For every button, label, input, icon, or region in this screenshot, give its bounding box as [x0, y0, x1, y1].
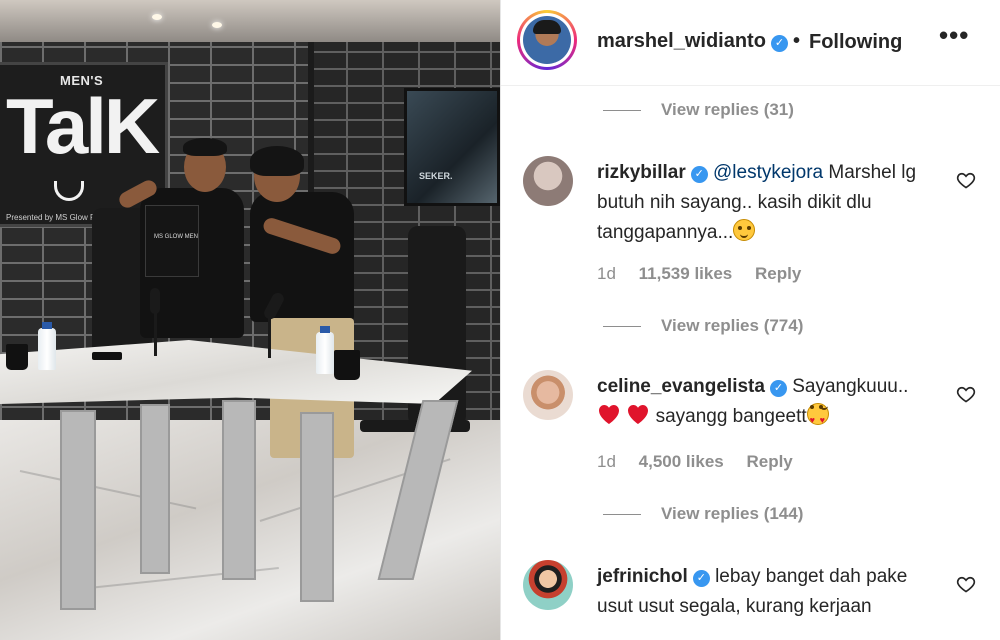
- comment-likes[interactable]: 4,500 likes: [639, 452, 724, 471]
- post-author[interactable]: marshel_widianto ✓: [597, 30, 788, 53]
- comment-text-after: sayangg bangeett: [655, 406, 807, 427]
- comment-mention[interactable]: @lestykejora: [713, 162, 823, 183]
- more-options-icon[interactable]: •••: [939, 20, 969, 51]
- black-mug: [6, 344, 28, 370]
- verified-badge-icon: ✓: [692, 570, 710, 587]
- replies-divider: [603, 514, 641, 516]
- microphone-icon: [54, 181, 84, 201]
- view-replies-button[interactable]: View replies (31): [603, 100, 794, 124]
- water-bottle: [38, 328, 56, 370]
- verified-badge-icon: ✓: [770, 35, 788, 52]
- bottle-cap: [320, 326, 330, 333]
- view-replies-label: View replies (31): [661, 100, 794, 119]
- replies-divider: [603, 110, 641, 112]
- like-heart-icon[interactable]: [956, 574, 976, 594]
- black-mug: [334, 350, 360, 380]
- ceiling-light: [212, 22, 222, 28]
- verified-badge-icon: ✓: [769, 380, 787, 397]
- header-separator: •: [793, 30, 801, 52]
- post-author-username[interactable]: marshel_widianto: [597, 30, 766, 52]
- hair: [250, 146, 304, 176]
- avatar[interactable]: [523, 560, 573, 610]
- avatar-border: [520, 13, 574, 67]
- ceiling: [0, 0, 500, 42]
- hair: [183, 138, 227, 156]
- like-heart-icon[interactable]: [956, 170, 976, 190]
- red-heart-icon: [628, 405, 649, 424]
- black-shirt: [250, 192, 354, 322]
- view-replies-label: View replies (774): [661, 316, 804, 335]
- tv-text: SEKER.: [419, 171, 453, 181]
- slightly-smiling-face-icon: [733, 219, 756, 241]
- like-heart-icon[interactable]: [956, 384, 976, 404]
- comment-age: 1d: [597, 264, 616, 283]
- red-heart-icon: [599, 405, 619, 424]
- view-replies-label: View replies (144): [661, 504, 804, 523]
- comment-username[interactable]: celine_evangelista: [597, 376, 765, 397]
- desk-leg: [300, 412, 334, 602]
- comment-meta: 1d 4,500 likes Reply: [597, 452, 811, 472]
- story-avatar[interactable]: [517, 10, 577, 70]
- microphone: [150, 288, 160, 314]
- ceiling-light: [152, 14, 162, 20]
- sign-big-text: TalK: [6, 82, 160, 170]
- desk-leg: [140, 404, 170, 574]
- mic-stand: [154, 312, 157, 356]
- comment-body: celine_evangelista ✓ Sayangkuuu.. sayangg…: [597, 372, 937, 432]
- desk-leg: [222, 400, 256, 580]
- heart-eyes-face-icon: [806, 403, 829, 425]
- comment-body: jefrinichol ✓ lebay banget dah pake usut …: [597, 562, 937, 622]
- verified-badge-icon: ✓: [690, 166, 708, 183]
- avatar[interactable]: [523, 370, 573, 420]
- water-bottle: [316, 332, 334, 374]
- comment-likes[interactable]: 11,539 likes: [639, 264, 733, 283]
- reply-button[interactable]: Reply: [746, 452, 792, 471]
- post-photo[interactable]: MEN'S TalK Presented by MS Glow For Men …: [0, 0, 500, 640]
- comment-age: 1d: [597, 452, 616, 471]
- product-bag: MS GLOW MEN: [145, 205, 199, 277]
- comments-panel: marshel_widianto ✓ • Following ••• View r…: [500, 0, 1000, 640]
- reply-button[interactable]: Reply: [755, 264, 801, 283]
- mic-stand: [268, 318, 271, 358]
- avatar: [523, 16, 571, 64]
- bag-label: MS GLOW MEN: [154, 234, 199, 240]
- post-header: marshel_widianto ✓ • Following •••: [501, 0, 1000, 86]
- comment-body: rizkybillar ✓ @lestykejora Marshel lg but…: [597, 158, 937, 248]
- view-replies-button[interactable]: View replies (774): [603, 316, 803, 340]
- view-replies-button[interactable]: View replies (144): [603, 504, 803, 528]
- comment-username[interactable]: jefrinichol: [597, 566, 688, 587]
- desk-leg: [60, 410, 96, 610]
- comment-username[interactable]: rizkybillar: [597, 162, 686, 183]
- bottle-cap: [42, 322, 52, 329]
- wall-tv: SEKER.: [404, 88, 500, 206]
- comment-meta: 1d 11,539 likes Reply: [597, 264, 819, 284]
- phone-on-desk: [92, 352, 122, 360]
- replies-divider: [603, 326, 641, 328]
- comment-text-before: Sayangkuuu..: [792, 376, 909, 397]
- following-button[interactable]: Following: [809, 31, 902, 54]
- avatar[interactable]: [523, 156, 573, 206]
